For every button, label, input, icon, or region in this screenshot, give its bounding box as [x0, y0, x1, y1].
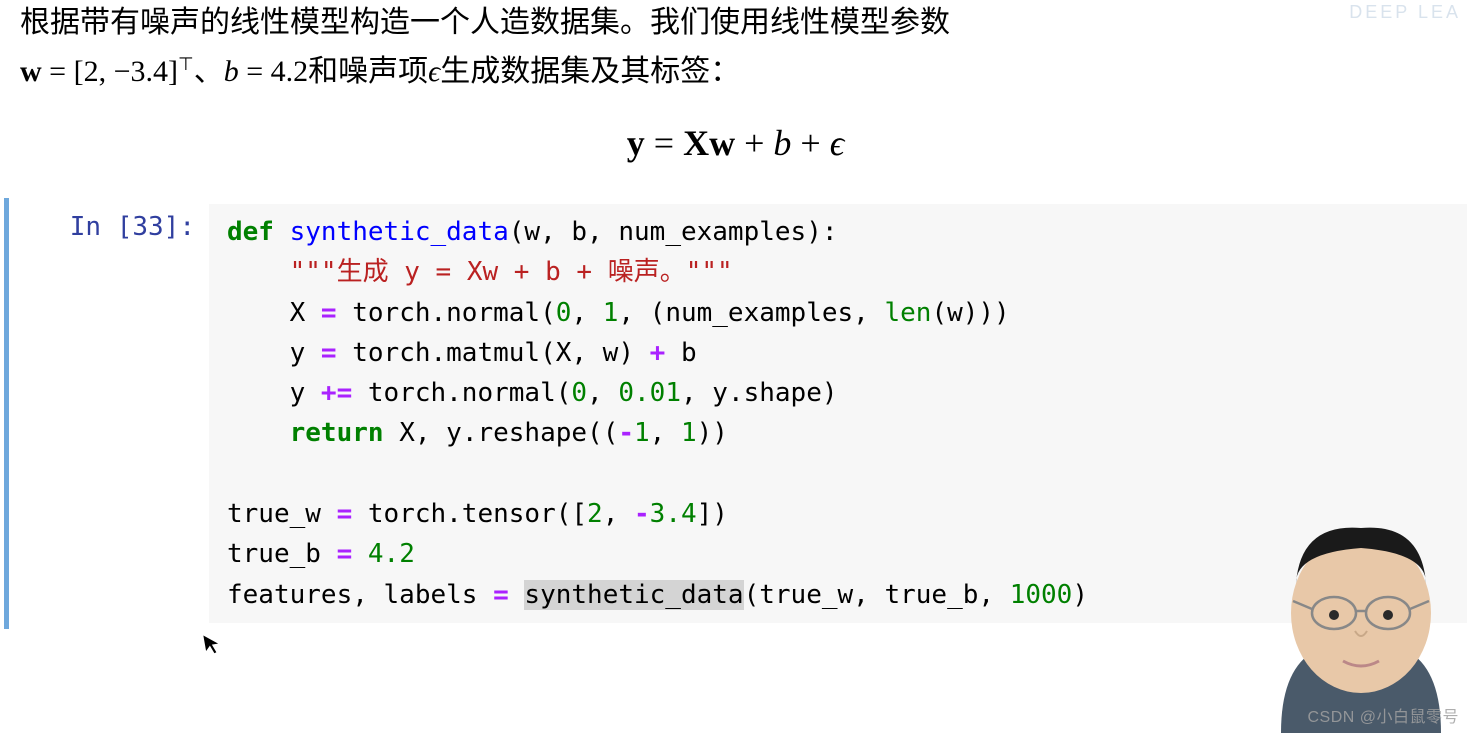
- l8c: ,: [603, 499, 634, 529]
- symbol-w: w: [20, 55, 42, 88]
- l5d: , y.shape): [681, 378, 838, 408]
- prose-line-1: 根据带有噪声的线性模型构造一个人造数据集。我们使用线性模型参数: [20, 0, 1459, 45]
- l5c: ,: [587, 378, 618, 408]
- eq-y: y: [627, 123, 645, 163]
- highlighted-call: synthetic_data: [524, 580, 743, 610]
- docstring: """生成 y = Xw + b + 噪声。""": [227, 257, 733, 287]
- l3b: torch.normal(: [337, 298, 556, 328]
- watermark-top: DEEP LEA: [1349, 2, 1461, 23]
- l8b: torch.tensor([: [352, 499, 587, 529]
- l3c: ,: [571, 298, 602, 328]
- prose-line-2: w = [2, −3.4]⊤、b = 4.2和噪声项ϵ生成数据集及其标签：: [20, 49, 1459, 94]
- eq-X: X: [683, 123, 709, 163]
- l10b: [509, 580, 525, 610]
- kw-def: def: [227, 217, 274, 247]
- l5n0: 0: [571, 378, 587, 408]
- l3e: (w))): [931, 298, 1009, 328]
- eq-eq: =: [645, 123, 683, 163]
- l8n1: 3.4: [650, 499, 697, 529]
- l9op: =: [337, 539, 353, 569]
- l5b: torch.normal(: [352, 378, 571, 408]
- l9b: [352, 539, 368, 569]
- eq-eps: ϵ: [830, 123, 845, 163]
- l9a: true_b: [227, 539, 337, 569]
- l3len: len: [884, 298, 931, 328]
- l6b: ,: [650, 418, 681, 448]
- w-value: = [2, −3.4]: [42, 55, 178, 88]
- fn-name: synthetic_data: [274, 217, 509, 247]
- symbol-b: b: [224, 55, 239, 88]
- l5op: +=: [321, 378, 352, 408]
- l10a: features, labels: [227, 580, 493, 610]
- l3n0: 0: [556, 298, 572, 328]
- l8d: ]): [697, 499, 728, 529]
- eq-plus1: +: [735, 123, 773, 163]
- eq-b: b: [773, 123, 791, 163]
- transpose-sup: ⊤: [178, 54, 194, 74]
- l10c: (true_w, true_b,: [744, 580, 1010, 610]
- l6a: X, y.reshape((: [384, 418, 619, 448]
- l5n1: 0.01: [618, 378, 681, 408]
- l6c: )): [697, 418, 728, 448]
- l6n2: 1: [681, 418, 697, 448]
- separator: 、: [194, 55, 224, 88]
- presenter-avatar: [1251, 503, 1471, 733]
- symbol-epsilon: ϵ: [428, 55, 440, 88]
- l10d: ): [1072, 580, 1088, 610]
- l3op: =: [321, 298, 337, 328]
- watermark-text: CSDN @小白鼠零号: [1307, 703, 1459, 727]
- eq-plus2: +: [791, 123, 829, 163]
- l4b: torch.matmul(X, w): [337, 338, 650, 368]
- l4c: b: [665, 338, 696, 368]
- kw-return: return: [227, 418, 384, 448]
- l6op: -: [618, 418, 634, 448]
- tail-text-1: 和噪声项: [308, 55, 428, 88]
- l8n0: 2: [587, 499, 603, 529]
- fn-params: (w, b, num_examples):: [509, 217, 838, 247]
- l8op2: -: [634, 499, 650, 529]
- tail-text-2: 生成数据集及其标签：: [440, 55, 740, 88]
- equation-block: y = Xw + b + ϵ: [0, 122, 1471, 164]
- l10n: 1000: [1010, 580, 1073, 610]
- l4op2: +: [650, 338, 666, 368]
- l3d: , (num_examples,: [618, 298, 884, 328]
- code-cell: In [33]: def synthetic_data(w, b, num_ex…: [4, 198, 1467, 629]
- prose-block: 根据带有噪声的线性模型构造一个人造数据集。我们使用线性模型参数 w = [2, …: [0, 0, 1471, 94]
- l5a: y: [227, 378, 321, 408]
- eq-w: w: [709, 123, 735, 163]
- l6n1: 1: [634, 418, 650, 448]
- l4op: =: [321, 338, 337, 368]
- l4a: y: [227, 338, 321, 368]
- cursor-icon: [202, 631, 225, 664]
- l8a: true_w: [227, 499, 337, 529]
- cell-prompt: In [33]:: [9, 204, 209, 623]
- l10op: =: [493, 580, 509, 610]
- l9n: 4.2: [368, 539, 415, 569]
- l3a: X: [227, 298, 321, 328]
- l3n1: 1: [603, 298, 619, 328]
- l8op: =: [337, 499, 353, 529]
- b-value: = 4.2: [239, 55, 308, 88]
